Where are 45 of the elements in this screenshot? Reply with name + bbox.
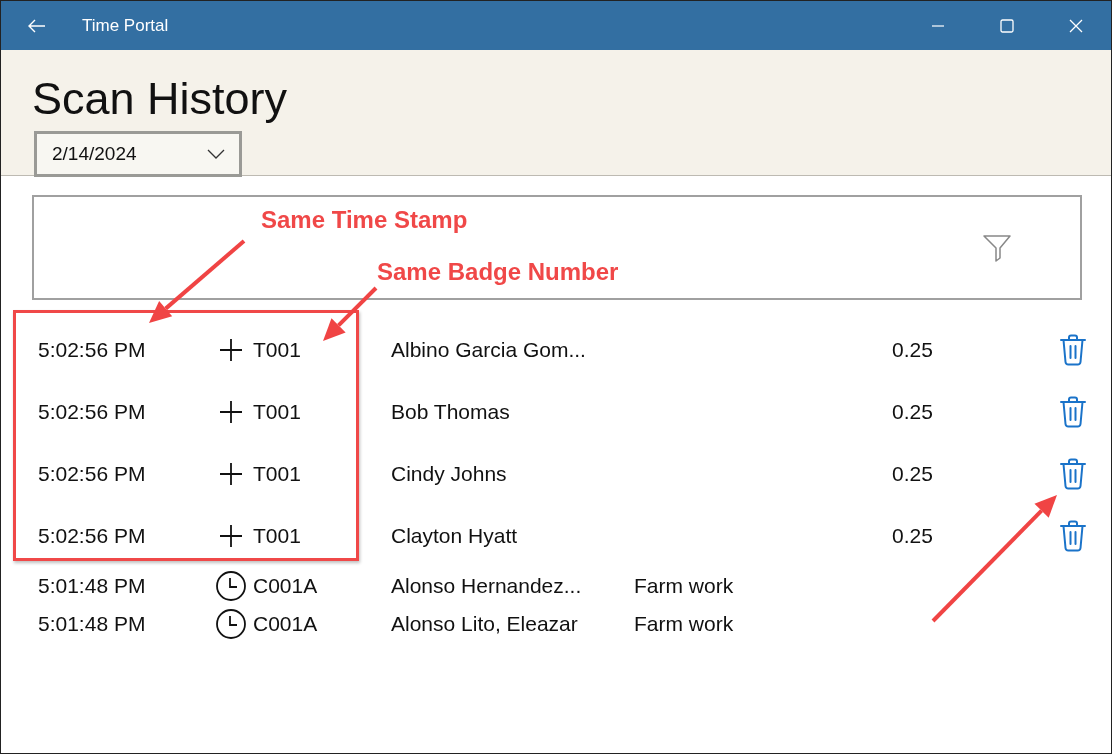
- hours-value: 0.25: [892, 400, 934, 424]
- page-title: Scan History: [32, 72, 289, 126]
- trash-icon[interactable]: [1060, 334, 1086, 366]
- annotation-label: Same Time Stamp: [261, 206, 468, 234]
- employee-name: Cindy Johns: [391, 462, 508, 486]
- hours-value: 0.25: [892, 462, 934, 486]
- close-icon[interactable]: [1069, 18, 1083, 33]
- scan-time: 5:02:56 PM: [37, 462, 147, 486]
- maximize-icon[interactable]: [1000, 18, 1014, 33]
- trash-icon[interactable]: [1060, 520, 1086, 552]
- scan-time: 5:02:56 PM: [37, 400, 147, 424]
- badge-number: C001A: [253, 612, 319, 636]
- plus-icon: [219, 400, 243, 424]
- back-icon[interactable]: [28, 18, 46, 33]
- job-name: Farm work: [634, 612, 735, 636]
- badge-number: C001A: [253, 574, 319, 598]
- scan-time: 5:01:48 PM: [37, 612, 147, 636]
- date-dropdown[interactable]: 2/14/2024: [34, 131, 242, 177]
- badge-number: T001: [253, 400, 302, 424]
- employee-name: Bob Thomas: [391, 400, 511, 424]
- scan-time: 5:02:56 PM: [37, 338, 147, 362]
- employee-name: Albino Garcia Gom...: [391, 338, 587, 362]
- employee-name: Clayton Hyatt: [391, 524, 519, 548]
- trash-icon[interactable]: [1060, 458, 1086, 490]
- annotation-label: Same Badge Number: [377, 258, 619, 286]
- scan-time: 5:01:48 PM: [37, 574, 147, 598]
- hours-value: 0.25: [892, 338, 934, 362]
- employee-name: Alonso Hernandez...: [391, 574, 583, 598]
- scan-time: 5:02:56 PM: [37, 524, 147, 548]
- clock-icon: [215, 570, 247, 602]
- annotation-arrow: [323, 286, 378, 341]
- clock-icon: [215, 608, 247, 640]
- trash-icon[interactable]: [1060, 396, 1086, 428]
- plus-icon: [219, 338, 243, 362]
- hours-value: 0.25: [892, 524, 934, 548]
- chevron-down-icon: [207, 149, 225, 159]
- plus-icon: [219, 462, 243, 486]
- job-name: Farm work: [634, 574, 735, 598]
- filter-icon[interactable]: [982, 232, 1012, 263]
- badge-number: T001: [253, 524, 302, 548]
- employee-name: Alonso Lito, Eleazar: [391, 612, 579, 636]
- plus-icon: [219, 524, 243, 548]
- badge-number: T001: [253, 462, 302, 486]
- badge-number: T001: [253, 338, 302, 362]
- window-title: Time Portal: [82, 15, 169, 36]
